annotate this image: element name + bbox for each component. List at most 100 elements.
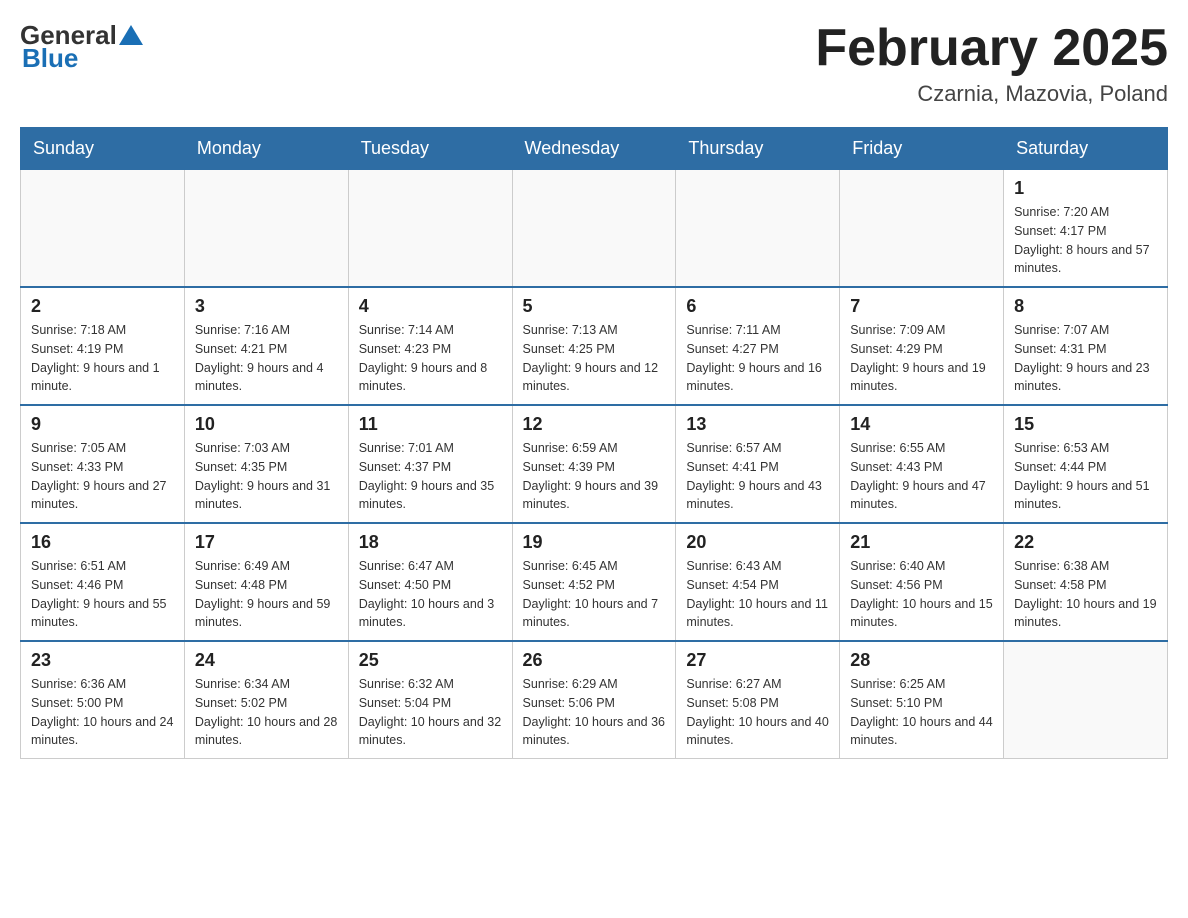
day-number: 8 <box>1014 296 1157 317</box>
calendar-cell: 4Sunrise: 7:14 AM Sunset: 4:23 PM Daylig… <box>348 287 512 405</box>
day-number: 22 <box>1014 532 1157 553</box>
calendar-week-row: 9 Sunrise: 7:05 AM Sunset: 4:33 PM Daylig… <box>21 405 1168 523</box>
day-info: Sunrise: 6:45 AM Sunset: 4:52 PM Dayligh… <box>523 557 666 632</box>
weekday-header-tuesday: Tuesday <box>348 128 512 170</box>
day-info: Sunrise: 7:01 AM Sunset: 4:37 PM Dayligh… <box>359 439 502 514</box>
calendar-cell: 26 Sunrise: 6:29 AM Sunset: 5:06 PM Dayli… <box>512 641 676 759</box>
day-number: 13 <box>686 414 829 435</box>
calendar-cell <box>676 170 840 288</box>
day-number: 10 <box>195 414 338 435</box>
day-number: 6 <box>686 296 829 317</box>
calendar-week-row: 23 Sunrise: 6:36 AM Sunset: 5:00 PM Dayli… <box>21 641 1168 759</box>
day-info: Sunrise: 7:03 AM Sunset: 4:35 PM Dayligh… <box>195 439 338 514</box>
calendar-week-row: 2 Sunrise: 7:18 AM Sunset: 4:19 PM Daylig… <box>21 287 1168 405</box>
day-info: Sunrise: 7:09 AM Sunset: 4:29 PM Dayligh… <box>850 321 993 396</box>
weekday-header-row: SundayMondayTuesdayWednesdayThursdayFrid… <box>21 128 1168 170</box>
weekday-header-friday: Friday <box>840 128 1004 170</box>
day-number: 24 <box>195 650 338 671</box>
day-info: Sunrise: 6:25 AM Sunset: 5:10 PM Dayligh… <box>850 675 993 750</box>
day-info: Sunrise: 6:53 AM Sunset: 4:44 PM Dayligh… <box>1014 439 1157 514</box>
calendar-cell: 13 Sunrise: 6:57 AM Sunset: 4:41 PM Dayli… <box>676 405 840 523</box>
day-number: 23 <box>31 650 174 671</box>
day-info: Sunrise: 6:51 AM Sunset: 4:46 PM Dayligh… <box>31 557 174 632</box>
day-info: Sunrise: 6:47 AM Sunset: 4:50 PM Dayligh… <box>359 557 502 632</box>
day-number: 21 <box>850 532 993 553</box>
calendar-cell: 7 Sunrise: 7:09 AM Sunset: 4:29 PM Daylig… <box>840 287 1004 405</box>
day-number: 5 <box>523 296 666 317</box>
day-info: Sunrise: 7:07 AM Sunset: 4:31 PM Dayligh… <box>1014 321 1157 396</box>
calendar-cell: 24 Sunrise: 6:34 AM Sunset: 5:02 PM Dayli… <box>184 641 348 759</box>
calendar-cell: 20Sunrise: 6:43 AM Sunset: 4:54 PM Dayli… <box>676 523 840 641</box>
day-number: 12 <box>523 414 666 435</box>
day-number: 19 <box>523 532 666 553</box>
calendar-cell: 18 Sunrise: 6:47 AM Sunset: 4:50 PM Dayli… <box>348 523 512 641</box>
logo-arrow-icon <box>117 21 145 49</box>
weekday-header-thursday: Thursday <box>676 128 840 170</box>
day-info: Sunrise: 7:20 AM Sunset: 4:17 PM Dayligh… <box>1014 203 1157 278</box>
day-number: 2 <box>31 296 174 317</box>
calendar-cell <box>348 170 512 288</box>
day-info: Sunrise: 6:32 AM Sunset: 5:04 PM Dayligh… <box>359 675 502 750</box>
day-info: Sunrise: 6:29 AM Sunset: 5:06 PM Dayligh… <box>523 675 666 750</box>
day-info: Sunrise: 7:13 AM Sunset: 4:25 PM Dayligh… <box>523 321 666 396</box>
day-info: Sunrise: 6:38 AM Sunset: 4:58 PM Dayligh… <box>1014 557 1157 632</box>
day-info: Sunrise: 7:05 AM Sunset: 4:33 PM Dayligh… <box>31 439 174 514</box>
day-number: 11 <box>359 414 502 435</box>
calendar-cell: 2 Sunrise: 7:18 AM Sunset: 4:19 PM Daylig… <box>21 287 185 405</box>
day-info: Sunrise: 6:55 AM Sunset: 4:43 PM Dayligh… <box>850 439 993 514</box>
calendar-table: SundayMondayTuesdayWednesdayThursdayFrid… <box>20 127 1168 759</box>
day-number: 25 <box>359 650 502 671</box>
day-info: Sunrise: 6:40 AM Sunset: 4:56 PM Dayligh… <box>850 557 993 632</box>
day-info: Sunrise: 7:16 AM Sunset: 4:21 PM Dayligh… <box>195 321 338 396</box>
calendar-subtitle: Czarnia, Mazovia, Poland <box>815 81 1168 107</box>
day-info: Sunrise: 6:43 AM Sunset: 4:54 PM Dayligh… <box>686 557 829 632</box>
calendar-cell: 5 Sunrise: 7:13 AM Sunset: 4:25 PM Daylig… <box>512 287 676 405</box>
calendar-cell: 6 Sunrise: 7:11 AM Sunset: 4:27 PM Daylig… <box>676 287 840 405</box>
day-number: 7 <box>850 296 993 317</box>
calendar-cell: 25 Sunrise: 6:32 AM Sunset: 5:04 PM Dayli… <box>348 641 512 759</box>
day-number: 9 <box>31 414 174 435</box>
calendar-title: February 2025 <box>815 20 1168 77</box>
calendar-cell: 3 Sunrise: 7:16 AM Sunset: 4:21 PM Daylig… <box>184 287 348 405</box>
day-number: 15 <box>1014 414 1157 435</box>
day-number: 28 <box>850 650 993 671</box>
day-number: 27 <box>686 650 829 671</box>
day-number: 1 <box>1014 178 1157 199</box>
calendar-cell: 27 Sunrise: 6:27 AM Sunset: 5:08 PM Dayli… <box>676 641 840 759</box>
calendar-cell: 28 Sunrise: 6:25 AM Sunset: 5:10 PM Dayli… <box>840 641 1004 759</box>
day-number: 17 <box>195 532 338 553</box>
calendar-cell: 12 Sunrise: 6:59 AM Sunset: 4:39 PM Dayli… <box>512 405 676 523</box>
logo: General Blue <box>20 20 145 74</box>
calendar-cell: 14 Sunrise: 6:55 AM Sunset: 4:43 PM Dayli… <box>840 405 1004 523</box>
day-info: Sunrise: 6:36 AM Sunset: 5:00 PM Dayligh… <box>31 675 174 750</box>
day-number: 14 <box>850 414 993 435</box>
day-info: Sunrise: 6:34 AM Sunset: 5:02 PM Dayligh… <box>195 675 338 750</box>
page-header: General Blue February 2025 Czarnia, Mazo… <box>20 20 1168 107</box>
day-number: 26 <box>523 650 666 671</box>
day-number: 3 <box>195 296 338 317</box>
day-info: Sunrise: 6:27 AM Sunset: 5:08 PM Dayligh… <box>686 675 829 750</box>
calendar-cell: 15 Sunrise: 6:53 AM Sunset: 4:44 PM Dayli… <box>1004 405 1168 523</box>
calendar-cell: 10 Sunrise: 7:03 AM Sunset: 4:35 PM Dayli… <box>184 405 348 523</box>
calendar-cell: 9 Sunrise: 7:05 AM Sunset: 4:33 PM Daylig… <box>21 405 185 523</box>
calendar-cell: 17Sunrise: 6:49 AM Sunset: 4:48 PM Dayli… <box>184 523 348 641</box>
day-info: Sunrise: 6:57 AM Sunset: 4:41 PM Dayligh… <box>686 439 829 514</box>
calendar-week-row: 16 Sunrise: 6:51 AM Sunset: 4:46 PM Dayli… <box>21 523 1168 641</box>
weekday-header-monday: Monday <box>184 128 348 170</box>
calendar-cell: 19 Sunrise: 6:45 AM Sunset: 4:52 PM Dayli… <box>512 523 676 641</box>
day-number: 16 <box>31 532 174 553</box>
day-number: 4 <box>359 296 502 317</box>
calendar-cell <box>840 170 1004 288</box>
calendar-cell <box>184 170 348 288</box>
day-number: 18 <box>359 532 502 553</box>
weekday-header-saturday: Saturday <box>1004 128 1168 170</box>
day-info: Sunrise: 7:18 AM Sunset: 4:19 PM Dayligh… <box>31 321 174 396</box>
calendar-cell: 16 Sunrise: 6:51 AM Sunset: 4:46 PM Dayli… <box>21 523 185 641</box>
weekday-header-wednesday: Wednesday <box>512 128 676 170</box>
logo-blue-text: Blue <box>22 43 78 74</box>
day-info: Sunrise: 7:11 AM Sunset: 4:27 PM Dayligh… <box>686 321 829 396</box>
calendar-cell: 1 Sunrise: 7:20 AM Sunset: 4:17 PM Daylig… <box>1004 170 1168 288</box>
calendar-cell: 8 Sunrise: 7:07 AM Sunset: 4:31 PM Daylig… <box>1004 287 1168 405</box>
title-section: February 2025 Czarnia, Mazovia, Poland <box>815 20 1168 107</box>
day-info: Sunrise: 6:59 AM Sunset: 4:39 PM Dayligh… <box>523 439 666 514</box>
